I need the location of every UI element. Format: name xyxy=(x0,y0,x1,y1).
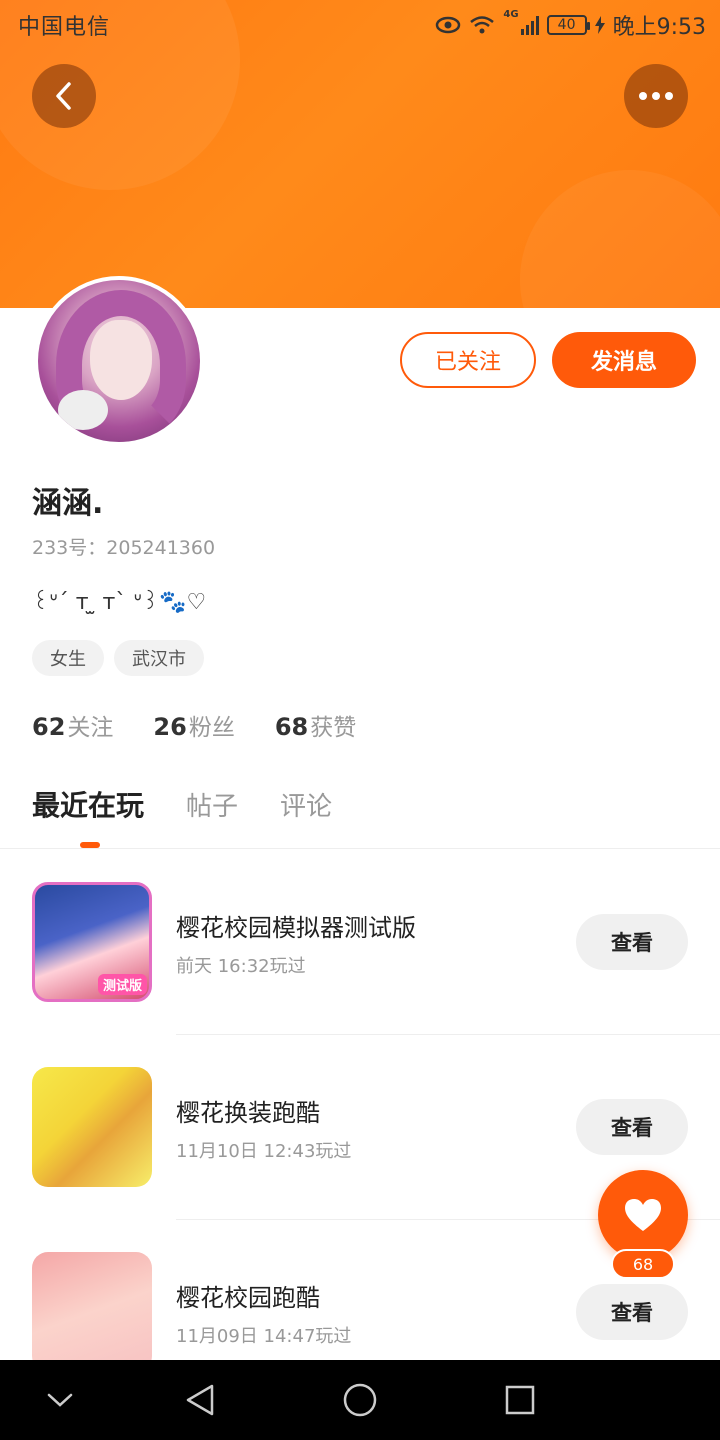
profile-tags: 女生 武汉市 xyxy=(32,640,204,676)
signal-icon xyxy=(520,15,539,35)
battery-level: 40 xyxy=(557,17,576,33)
last-played-time: 11月09日 14:47玩过 xyxy=(176,1326,352,1347)
user-signature: ꒰ᐡˊ ᴛ ̫ ᴛˋ ᐡ꒱🐾♡ xyxy=(32,590,207,615)
back-nav-button[interactable] xyxy=(180,1380,220,1420)
stat-following-label: 关注 xyxy=(67,715,114,741)
battery-icon: 40 xyxy=(546,15,590,35)
like-count: 68 xyxy=(611,1249,675,1279)
game-icon xyxy=(32,1067,152,1187)
profile-tabs: 最近在玩 帖子 评论 xyxy=(32,784,332,824)
more-button[interactable] xyxy=(624,64,688,128)
wifi-icon xyxy=(470,16,495,34)
heart-icon xyxy=(625,1199,661,1231)
tag-gender: 女生 xyxy=(32,640,104,676)
game-name: 樱花校园模拟器测试版 xyxy=(176,914,416,942)
navigation-bar xyxy=(0,1360,720,1440)
status-bar: 中国电信 4G 40 晚上9:53 xyxy=(0,0,720,48)
network-type: 4G xyxy=(503,9,519,20)
game-icon: 测试版 xyxy=(32,882,152,1002)
more-horizontal-icon xyxy=(639,92,673,100)
game-name: 樱花换装跑酷 xyxy=(176,1099,320,1127)
square-recents-icon xyxy=(505,1385,535,1415)
like-button[interactable] xyxy=(598,1170,688,1260)
chevron-left-icon xyxy=(56,82,71,110)
tag-city: 武汉市 xyxy=(114,640,204,676)
view-button[interactable]: 查看 xyxy=(576,1099,688,1155)
view-button[interactable]: 查看 xyxy=(576,914,688,970)
status-indicators: 4G 40 晚上9:53 xyxy=(435,9,706,41)
stat-likes[interactable]: 68 获赞 xyxy=(275,708,356,742)
stat-followers-count: 26 xyxy=(153,713,187,741)
stat-followers-label: 粉丝 xyxy=(188,715,235,741)
last-played-time: 前天 16:32玩过 xyxy=(176,956,306,977)
user-id: 233号：205241360 xyxy=(32,537,216,559)
stat-following[interactable]: 62 关注 xyxy=(32,708,113,742)
clock: 晚上9:53 xyxy=(612,15,706,40)
tab-comments[interactable]: 评论 xyxy=(280,786,332,823)
avatar[interactable] xyxy=(34,276,204,446)
triangle-back-icon xyxy=(186,1384,214,1416)
send-message-button[interactable]: 发消息 xyxy=(552,332,696,388)
circle-home-icon xyxy=(343,1383,377,1417)
carrier-label: 中国电信 xyxy=(18,15,111,40)
avatar-image xyxy=(38,280,200,442)
stat-likes-label: 获赞 xyxy=(310,715,357,741)
chevron-down-icon xyxy=(47,1393,73,1407)
charging-icon xyxy=(594,16,605,34)
list-item[interactable]: 测试版 樱花校园模拟器测试版 前天 16:32玩过 查看 xyxy=(0,850,720,1035)
hide-nav-button[interactable] xyxy=(40,1380,80,1420)
stat-likes-count: 68 xyxy=(274,713,309,741)
back-button[interactable] xyxy=(32,64,96,128)
profile-stats: 62 关注 26 粉丝 68 获赞 xyxy=(32,708,356,742)
username: 涵涵. xyxy=(32,486,104,521)
game-icon xyxy=(32,1252,152,1372)
tab-recently-played[interactable]: 最近在玩 xyxy=(32,784,144,824)
banner-decoration xyxy=(520,170,720,308)
divider xyxy=(0,848,720,849)
game-name: 樱花校园跑酷 xyxy=(176,1284,320,1312)
stat-followers[interactable]: 26 粉丝 xyxy=(153,708,234,742)
stat-following-count: 62 xyxy=(32,713,66,741)
eye-icon xyxy=(436,16,461,34)
last-played-time: 11月10日 12:43玩过 xyxy=(176,1141,352,1162)
game-badge: 测试版 xyxy=(97,974,147,995)
home-nav-button[interactable] xyxy=(340,1380,380,1420)
followed-button[interactable]: 已关注 xyxy=(400,332,536,388)
tab-posts[interactable]: 帖子 xyxy=(186,786,238,823)
recents-nav-button[interactable] xyxy=(500,1380,540,1420)
view-button[interactable]: 查看 xyxy=(576,1284,688,1340)
